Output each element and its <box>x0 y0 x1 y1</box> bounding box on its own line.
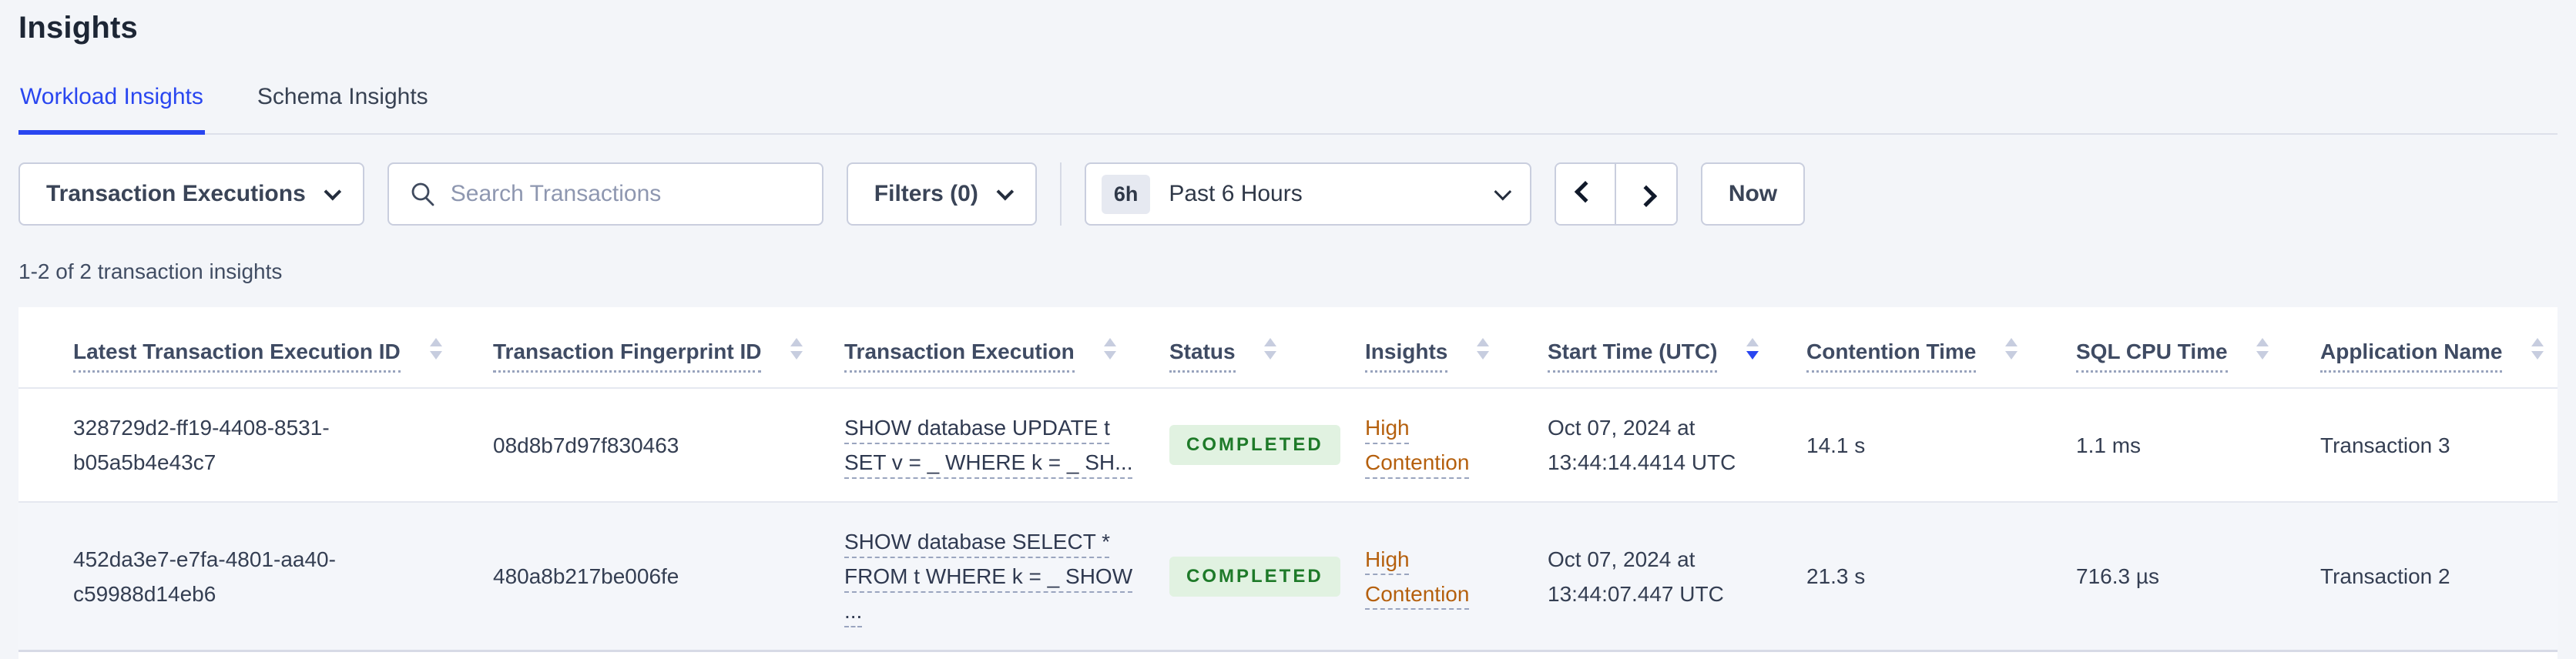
column-header-transaction-fingerprint-id[interactable]: Transaction Fingerprint ID <box>493 307 844 388</box>
sort-icon <box>1746 337 1759 360</box>
transaction-insights-table: Latest Transaction Execution ID Transact… <box>18 307 2558 652</box>
time-prev-button[interactable] <box>1555 164 1616 224</box>
insights-page: Insights Workload Insights Schema Insigh… <box>0 0 2576 659</box>
cell-execution-id: 452da3e7-e7fa-4801-aa40-c59988d14eb6 <box>73 547 336 606</box>
time-range-label: Past 6 Hours <box>1169 181 1303 206</box>
cell-fingerprint-id: 480a8b217be006fe <box>493 564 679 588</box>
filters-button[interactable]: Filters (0) <box>846 162 1037 226</box>
cell-execution-id: 328729d2-ff19-4408-8531-b05a5b4e43c7 <box>73 416 330 474</box>
sort-icon <box>2256 337 2269 360</box>
toolbar-divider <box>1059 162 1062 226</box>
sort-icon <box>1477 337 1490 360</box>
cell-contention-time: 21.3 s <box>1806 564 1866 588</box>
cell-application-name: Transaction 3 <box>2320 433 2450 457</box>
insights-table-card: Latest Transaction Execution ID Transact… <box>18 307 2558 659</box>
time-range-dropdown[interactable]: 6h Past 6 Hours <box>1084 162 1531 226</box>
chevron-down-icon <box>996 182 1014 201</box>
filters-label: Filters (0) <box>874 181 978 206</box>
sort-icon <box>2531 337 2544 360</box>
now-button[interactable]: Now <box>1700 162 1806 226</box>
search-box <box>387 162 823 226</box>
table-row: 452da3e7-e7fa-4801-aa40-c59988d14eb6 480… <box>18 502 2558 651</box>
cell-application-name: Transaction 2 <box>2320 564 2450 588</box>
column-header-contention-time[interactable]: Contention Time <box>1806 307 2076 388</box>
cell-start-time: Oct 07, 2024 at 13:44:07.447 UTC <box>1548 547 1724 606</box>
cell-sql-cpu-time: 1.1 ms <box>2076 433 2142 457</box>
cell-contention-time: 14.1 s <box>1806 433 1866 457</box>
column-header-status[interactable]: Status <box>1169 307 1365 388</box>
tab-workload-insights[interactable]: Workload Insights <box>18 84 205 135</box>
table-row: 328729d2-ff19-4408-8531-b05a5b4e43c7 08d… <box>18 388 2558 502</box>
column-header-sql-cpu-time[interactable]: SQL CPU Time <box>2076 307 2320 388</box>
sort-icon <box>1264 337 1277 360</box>
column-header-start-time[interactable]: Start Time (UTC) <box>1548 307 1806 388</box>
column-header-insights[interactable]: Insights <box>1365 307 1548 388</box>
chevron-left-icon <box>1574 181 1596 203</box>
insight-link[interactable]: High Contention <box>1365 416 1469 474</box>
search-input[interactable] <box>450 181 802 207</box>
sort-icon <box>790 337 803 360</box>
table-header-row: Latest Transaction Execution ID Transact… <box>18 307 2558 388</box>
column-header-transaction-execution[interactable]: Transaction Execution <box>844 307 1169 388</box>
view-selector-label: Transaction Executions <box>46 181 306 206</box>
sort-icon <box>429 337 442 360</box>
status-badge: COMPLETED <box>1169 425 1340 465</box>
time-next-button[interactable] <box>1615 164 1676 224</box>
search-icon <box>411 182 434 206</box>
status-badge: COMPLETED <box>1169 556 1340 597</box>
column-header-latest-transaction-execution-id[interactable]: Latest Transaction Execution ID <box>18 307 493 388</box>
cell-fingerprint-id: 08d8b7d97f830463 <box>493 433 679 457</box>
chevron-down-icon <box>1494 182 1511 201</box>
sort-icon <box>2005 337 2018 360</box>
results-count: 1-2 of 2 transaction insights <box>18 259 283 283</box>
insight-link[interactable]: High Contention <box>1365 547 1469 606</box>
cell-sql-cpu-time: 716.3 µs <box>2076 564 2159 588</box>
tab-schema-insights[interactable]: Schema Insights <box>256 84 430 135</box>
time-pager <box>1554 162 1678 226</box>
sort-icon <box>1103 337 1116 360</box>
view-selector-dropdown[interactable]: Transaction Executions <box>18 162 364 226</box>
chevron-down-icon <box>324 182 341 201</box>
transaction-execution-link[interactable]: SHOW database UPDATE t SET v = _ WHERE k… <box>844 416 1133 474</box>
chevron-right-icon <box>1635 185 1657 207</box>
column-header-application-name[interactable]: Application Name <box>2320 307 2558 388</box>
transaction-execution-link[interactable]: SHOW database SELECT * FROM t WHERE k = … <box>844 530 1132 623</box>
toolbar: Transaction Executions Filters (0) 6h Pa… <box>18 162 2558 226</box>
cell-start-time: Oct 07, 2024 at 13:44:14.4414 UTC <box>1548 416 1736 474</box>
tab-bar: Workload Insights Schema Insights <box>18 84 2558 135</box>
time-range-badge: 6h <box>1101 174 1151 214</box>
page-title: Insights <box>18 11 138 45</box>
